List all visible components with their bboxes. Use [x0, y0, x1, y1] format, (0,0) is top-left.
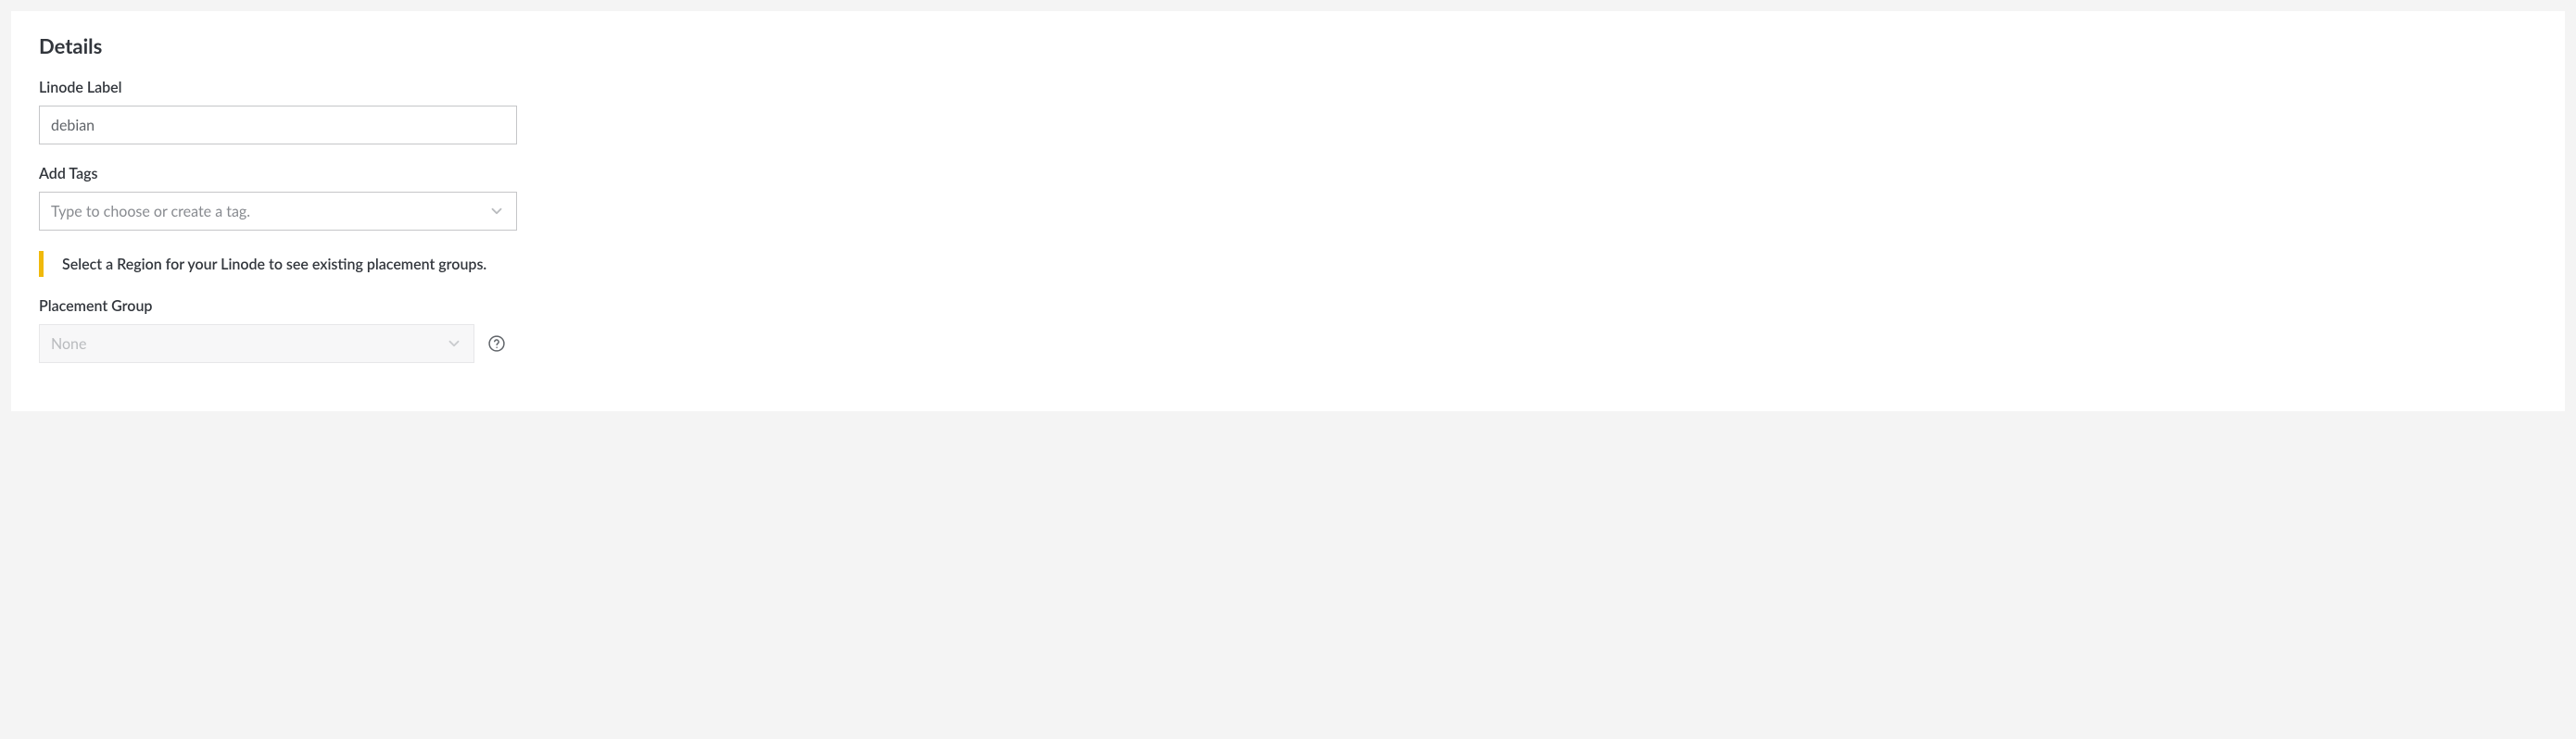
chevron-down-icon: [446, 335, 462, 352]
chevron-down-icon: [488, 203, 505, 219]
placement-group-label: Placement Group: [39, 297, 2537, 315]
section-title: Details: [39, 33, 2537, 58]
placement-group-value: None: [51, 335, 86, 353]
notice-accent-bar: [39, 251, 44, 277]
add-tags-select[interactable]: Type to choose or create a tag.: [39, 192, 517, 231]
linode-label-input[interactable]: [39, 106, 517, 144]
placement-group-row: None: [39, 324, 2537, 363]
notice-text: Select a Region for your Linode to see e…: [62, 256, 486, 273]
linode-label-label: Linode Label: [39, 79, 2537, 96]
linode-label-field: Linode Label: [39, 79, 2537, 144]
add-tags-label: Add Tags: [39, 165, 2537, 182]
placement-group-select: None: [39, 324, 474, 363]
add-tags-field: Add Tags Type to choose or create a tag.: [39, 165, 2537, 231]
help-icon[interactable]: [487, 334, 506, 353]
region-notice: Select a Region for your Linode to see e…: [39, 251, 2537, 277]
add-tags-placeholder: Type to choose or create a tag.: [51, 203, 250, 220]
details-panel: Details Linode Label Add Tags Type to ch…: [11, 11, 2565, 411]
placement-group-field: Placement Group None: [39, 297, 2537, 363]
